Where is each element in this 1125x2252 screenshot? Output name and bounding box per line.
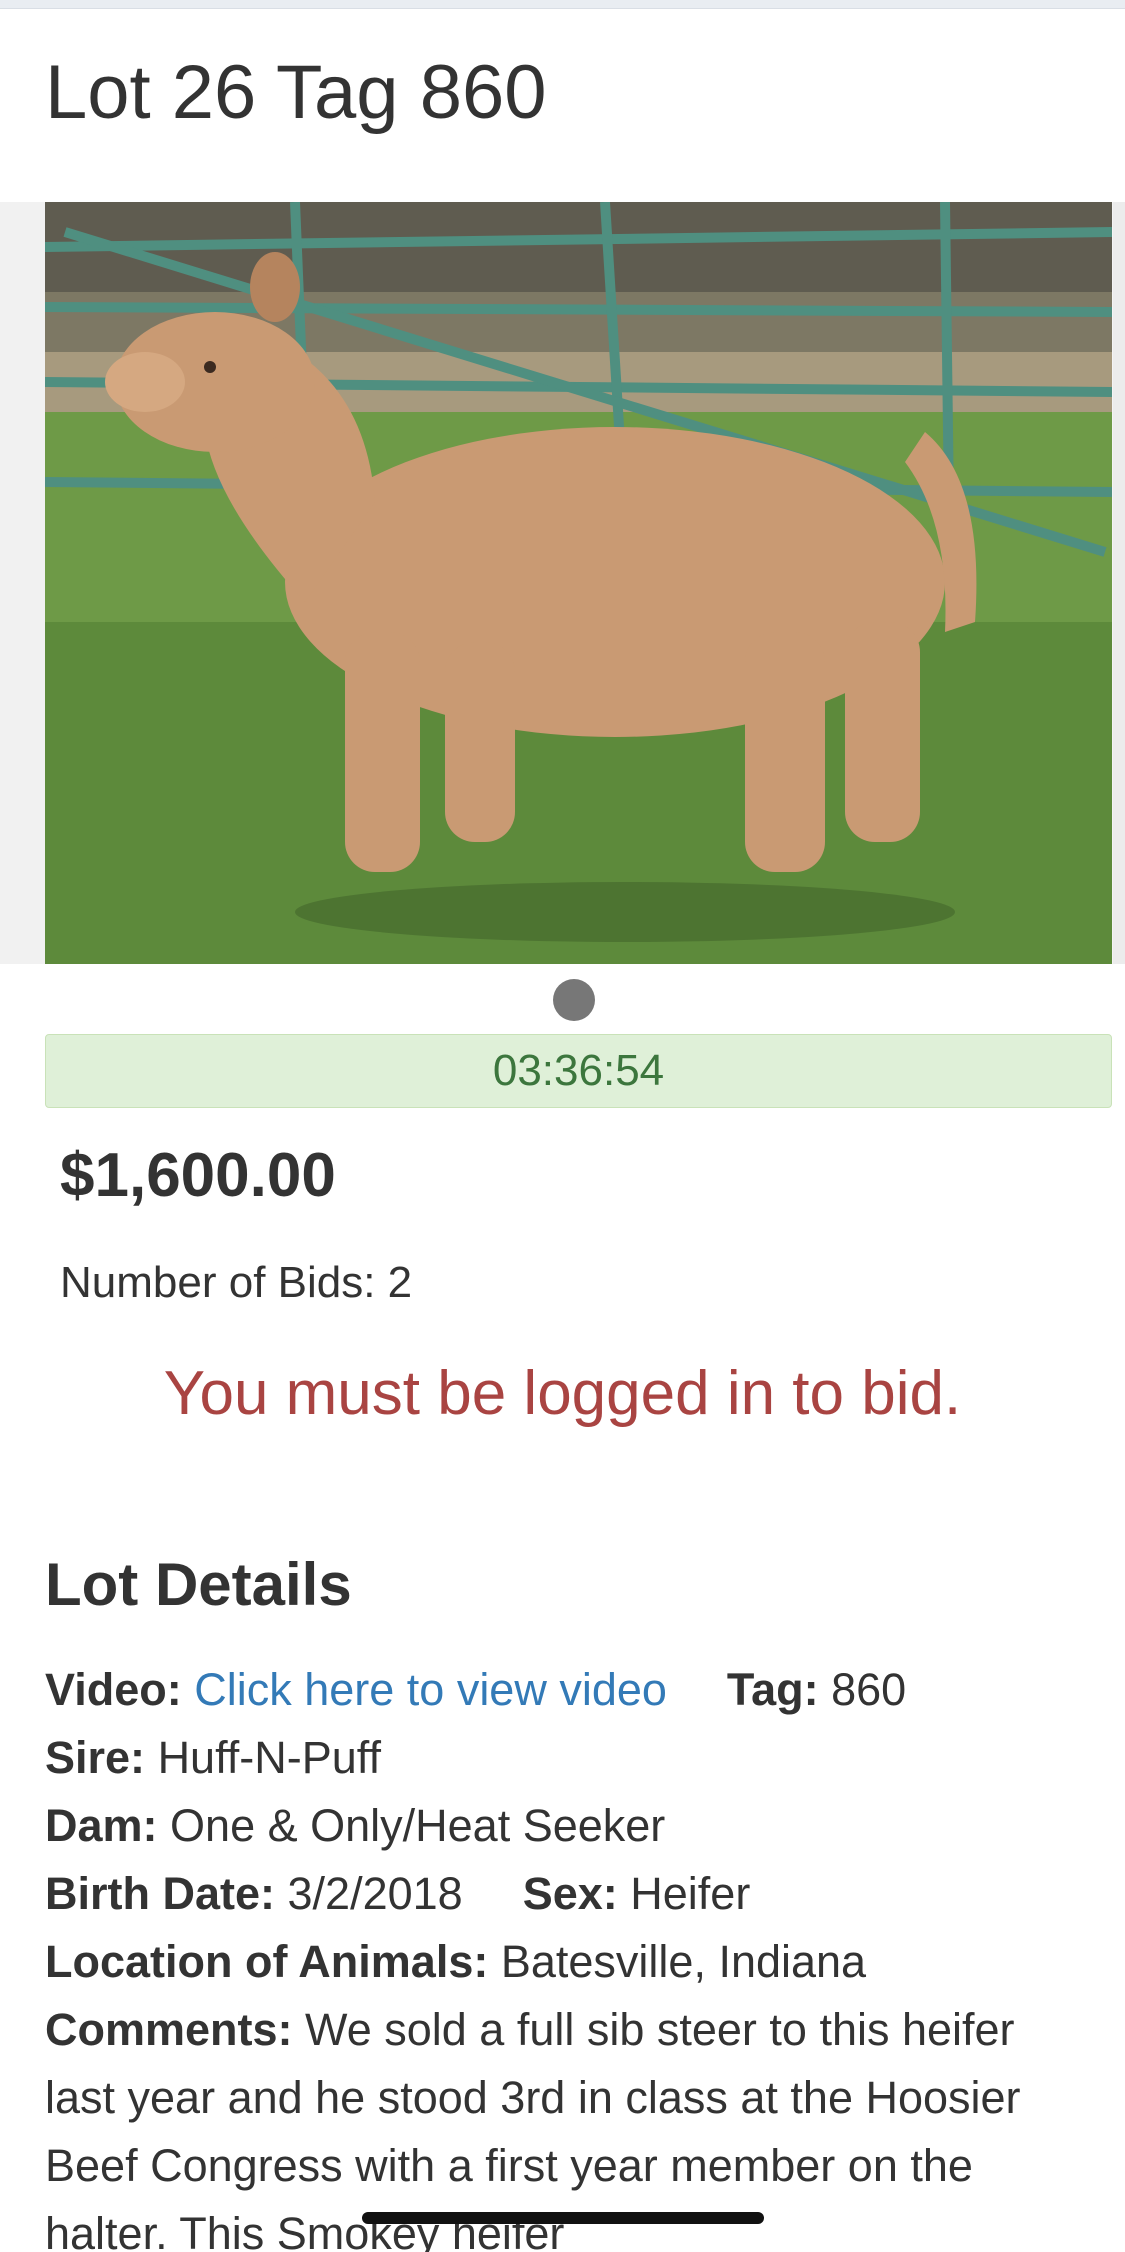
video-label: Video: xyxy=(45,1664,182,1715)
carousel-next-edge[interactable] xyxy=(1113,202,1125,964)
bid-count: Number of Bids: 2 xyxy=(60,1258,413,1307)
sex-label: Sex: xyxy=(522,1868,618,1919)
video-link[interactable]: Click here to view video xyxy=(194,1664,667,1715)
page-title: Lot 26 Tag 860 xyxy=(45,50,547,135)
detail-row-location: Location of Animals: Batesville, Indiana xyxy=(45,1928,1085,1996)
current-price: $1,600.00 xyxy=(60,1141,336,1210)
birth-date-value: 3/2/2018 xyxy=(287,1868,463,1919)
detail-row-birth-sex: Birth Date: 3/2/2018 Sex: Heifer xyxy=(45,1860,1085,1928)
dam-label: Dam: xyxy=(45,1800,158,1851)
countdown-timer: 03:36:54 xyxy=(45,1034,1112,1108)
status-bar-divider xyxy=(0,0,1125,9)
image-carousel[interactable] xyxy=(0,202,1125,964)
sire-value: Huff-N-Puff xyxy=(157,1732,381,1783)
detail-row-video-tag: Video: Click here to view video Tag: 860 xyxy=(45,1656,1085,1724)
login-required-message: You must be logged in to bid. xyxy=(163,1359,962,1428)
detail-row-dam: Dam: One & Only/Heat Seeker xyxy=(45,1792,1085,1860)
tag-label: Tag: xyxy=(726,1664,819,1715)
lot-photo[interactable] xyxy=(45,202,1112,964)
dam-value: One & Only/Heat Seeker xyxy=(170,1800,666,1851)
sex-value: Heifer xyxy=(630,1868,751,1919)
location-label: Location of Animals: xyxy=(45,1936,489,1987)
home-indicator[interactable] xyxy=(362,2212,764,2224)
heifer-photo-illustration xyxy=(45,202,1112,964)
lot-details-heading: Lot Details xyxy=(45,1551,352,1618)
detail-row-sire: Sire: Huff-N-Puff xyxy=(45,1724,1085,1792)
carousel-prev-edge[interactable] xyxy=(0,202,45,964)
sire-label: Sire: xyxy=(45,1732,146,1783)
lot-details: Video: Click here to view video Tag: 860 … xyxy=(45,1656,1085,2252)
carousel-indicator-dot[interactable] xyxy=(553,979,595,1021)
location-value: Batesville, Indiana xyxy=(500,1936,867,1987)
comments-label: Comments: xyxy=(45,2004,293,2055)
birth-date-label: Birth Date: xyxy=(45,1868,276,1919)
tag-value: 860 xyxy=(831,1664,907,1715)
